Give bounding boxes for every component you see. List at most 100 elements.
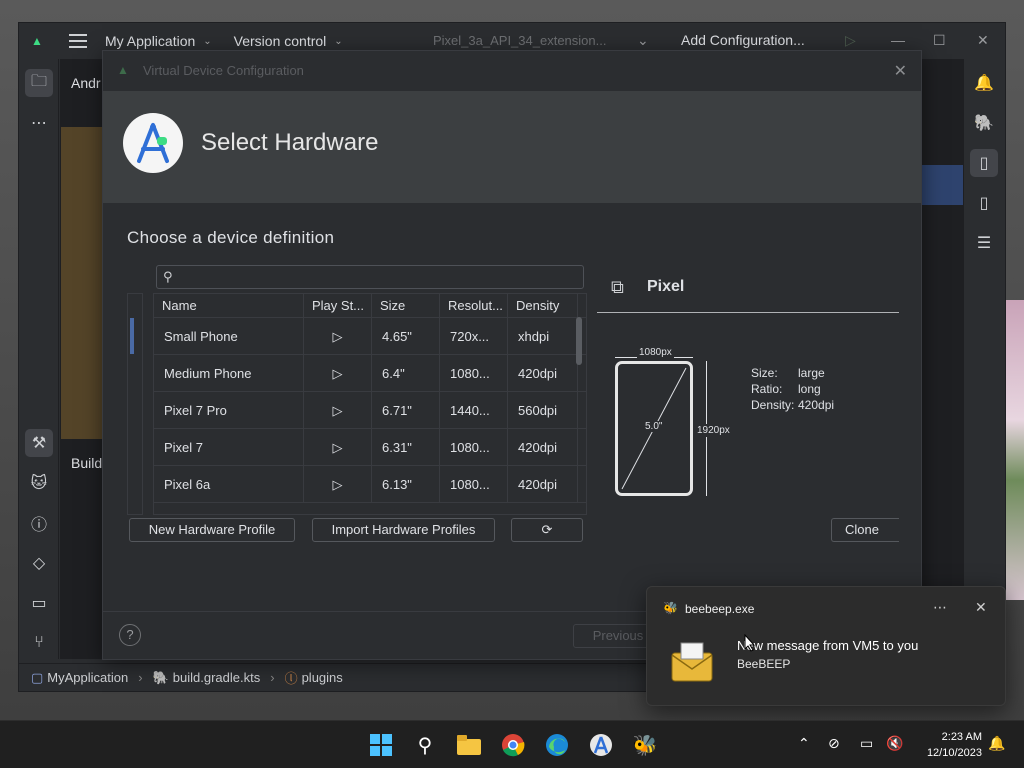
refresh-button[interactable]: ⟳ xyxy=(511,518,583,542)
device-table: Name Play St... Size Resolut... Density … xyxy=(153,293,587,515)
help-button[interactable]: ? xyxy=(119,624,141,646)
table-row[interactable]: Pixel 7 ▷ 6.31" 1080... 420dpi xyxy=(154,429,586,466)
chevron-down-icon[interactable]: ⌄ xyxy=(637,32,649,49)
play-store-icon: ▷ xyxy=(304,466,372,502)
run-icon[interactable]: ▷ xyxy=(845,32,856,49)
vcs-menu-label: Version control xyxy=(233,33,327,49)
notification-app-name: beebeep.exe xyxy=(685,602,755,616)
structure-icon[interactable]: ☰ xyxy=(970,229,998,257)
table-header: Name Play St... Size Resolut... Density xyxy=(154,294,586,318)
android-icon: ▲ xyxy=(117,63,129,77)
more-icon[interactable]: ⋯ xyxy=(25,109,53,137)
add-configuration-button[interactable]: Add Configuration... xyxy=(681,32,805,48)
breadcrumb-separator: › xyxy=(138,670,143,685)
notification-bell-icon[interactable]: 🔔 xyxy=(988,735,1005,752)
notification-sender: BeeBEEP xyxy=(737,657,791,671)
chrome-icon[interactable] xyxy=(499,731,527,759)
device-density: 420dpi xyxy=(508,429,578,465)
envelope-icon xyxy=(671,642,713,682)
clone-device-button[interactable]: Clone De xyxy=(831,518,899,542)
column-header[interactable]: Resolut... xyxy=(440,294,508,317)
device-resolution: 1440... xyxy=(440,392,508,428)
dialog-title: Virtual Device Configuration xyxy=(143,63,304,78)
device-selector[interactable]: Pixel_3a_API_34_extension... xyxy=(433,33,606,48)
device-size: 6.4" xyxy=(372,355,440,391)
minimize-icon[interactable]: — xyxy=(891,32,905,48)
breadcrumb-module[interactable]: MyApplication xyxy=(47,670,128,685)
file-explorer-icon[interactable] xyxy=(455,731,483,759)
desktop-wallpaper-edge xyxy=(1004,300,1024,600)
lambda-icon: ⓛ xyxy=(284,671,298,686)
terminal-icon[interactable]: ▭ xyxy=(25,589,53,617)
spec-ratio-value: long xyxy=(798,382,821,396)
left-toolbar: 🗀 ⋯ ⚒ 🐱 ⓘ ◇ ▭ ⑂ xyxy=(19,59,59,659)
table-row[interactable]: Medium Phone ▷ 6.4" 1080... 420dpi xyxy=(154,355,586,392)
running-devices-icon[interactable]: ▯ xyxy=(970,189,998,217)
table-row[interactable]: Small Phone ▷ 4.65" 720x... xhdpi xyxy=(154,318,586,355)
vcs-menu[interactable]: Version control ⌄ xyxy=(234,33,343,49)
new-hardware-profile-button[interactable]: New Hardware Profile xyxy=(129,518,295,542)
spec-size-label: Size: xyxy=(751,366,778,380)
maximize-icon[interactable]: ☐ xyxy=(933,32,946,49)
clock-time: 2:23 AM xyxy=(941,731,982,743)
search-icon[interactable]: ⚲ xyxy=(411,731,439,759)
spec-size-value: large xyxy=(798,366,825,380)
clock-date: 12/10/2023 xyxy=(926,747,982,759)
column-header[interactable]: Size xyxy=(372,294,440,317)
chevron-up-icon[interactable]: ⌃ xyxy=(798,735,810,752)
close-icon[interactable]: ✕ xyxy=(894,61,907,81)
gradle-file-icon: 🐘 xyxy=(152,669,169,685)
spec-density-label: Density: xyxy=(751,398,795,412)
logcat-icon[interactable]: 🐱 xyxy=(25,469,53,497)
dialog-heading: Select Hardware xyxy=(201,129,379,156)
gradle-icon[interactable]: 🐘 xyxy=(970,109,998,137)
device-name: Pixel 7 Pro xyxy=(154,392,304,428)
project-menu[interactable]: My Application ⌄ xyxy=(105,33,212,49)
search-input[interactable]: ⚲ xyxy=(156,265,584,289)
edge-icon[interactable] xyxy=(543,731,571,759)
volume-muted-icon[interactable]: 🔇 xyxy=(886,735,903,752)
breadcrumb-file[interactable]: build.gradle.kts xyxy=(173,670,260,685)
windows-start-icon[interactable] xyxy=(367,731,395,759)
problems-icon[interactable]: ⓘ xyxy=(25,509,53,537)
beebeep-taskbar-icon[interactable]: 🐝 xyxy=(631,731,659,759)
column-header[interactable]: Name xyxy=(154,294,304,317)
editor-selection xyxy=(919,165,965,205)
device-size: 4.65" xyxy=(372,318,440,354)
beebeep-icon: 🐝 xyxy=(663,601,678,615)
device-name: Pixel 6a xyxy=(154,466,304,502)
import-hardware-profiles-button[interactable]: Import Hardware Profiles xyxy=(312,518,495,542)
device-resolution: 1080... xyxy=(440,429,508,465)
android-studio-icon: ▲ xyxy=(31,34,43,48)
build-hammer-icon[interactable]: ⚒ xyxy=(25,429,53,457)
device-size: 6.13" xyxy=(372,466,440,502)
android-studio-taskbar-icon[interactable] xyxy=(587,731,615,759)
project-tree[interactable] xyxy=(61,127,105,439)
close-icon[interactable]: ✕ xyxy=(977,32,989,49)
network-off-icon[interactable]: ⊘ xyxy=(828,735,840,752)
notifications-icon[interactable]: 🔔 xyxy=(970,69,998,97)
spec-density-value: 420dpi xyxy=(798,398,835,412)
table-scrollbar[interactable] xyxy=(576,317,582,365)
device-size: 6.31" xyxy=(372,429,440,465)
main-menu-icon[interactable] xyxy=(69,34,87,48)
device-density: 560dpi xyxy=(508,392,578,428)
table-row[interactable]: Pixel 7 Pro ▷ 6.71" 1440... 560dpi xyxy=(154,392,586,429)
breadcrumb-block[interactable]: plugins xyxy=(302,670,343,685)
category-list[interactable] xyxy=(127,293,143,515)
folder-icon[interactable]: 🗀 xyxy=(25,69,53,97)
refresh-icon: ⟳ xyxy=(541,522,553,537)
more-options-icon[interactable]: ⋯ xyxy=(933,599,947,616)
table-row[interactable]: Pixel 6a ▷ 6.13" 1080... 420dpi xyxy=(154,466,586,503)
device-manager-icon[interactable]: ▯ xyxy=(970,149,998,177)
spec-size: Size: large xyxy=(751,366,825,380)
notification-toast[interactable]: 🐝 beebeep.exe ⋯ ✕ New message from VM5 t… xyxy=(646,586,1006,706)
gem-icon[interactable]: ◇ xyxy=(25,549,53,577)
close-icon[interactable]: ✕ xyxy=(975,599,987,616)
display-icon[interactable]: ▭ xyxy=(860,735,873,752)
column-header[interactable]: Density xyxy=(508,294,578,317)
git-icon[interactable]: ⑂ xyxy=(25,629,53,657)
play-store-icon: ▷ xyxy=(304,355,372,391)
column-header[interactable]: Play St... xyxy=(304,294,372,317)
system-clock[interactable]: 2:23 AM 12/10/2023 xyxy=(912,729,982,761)
